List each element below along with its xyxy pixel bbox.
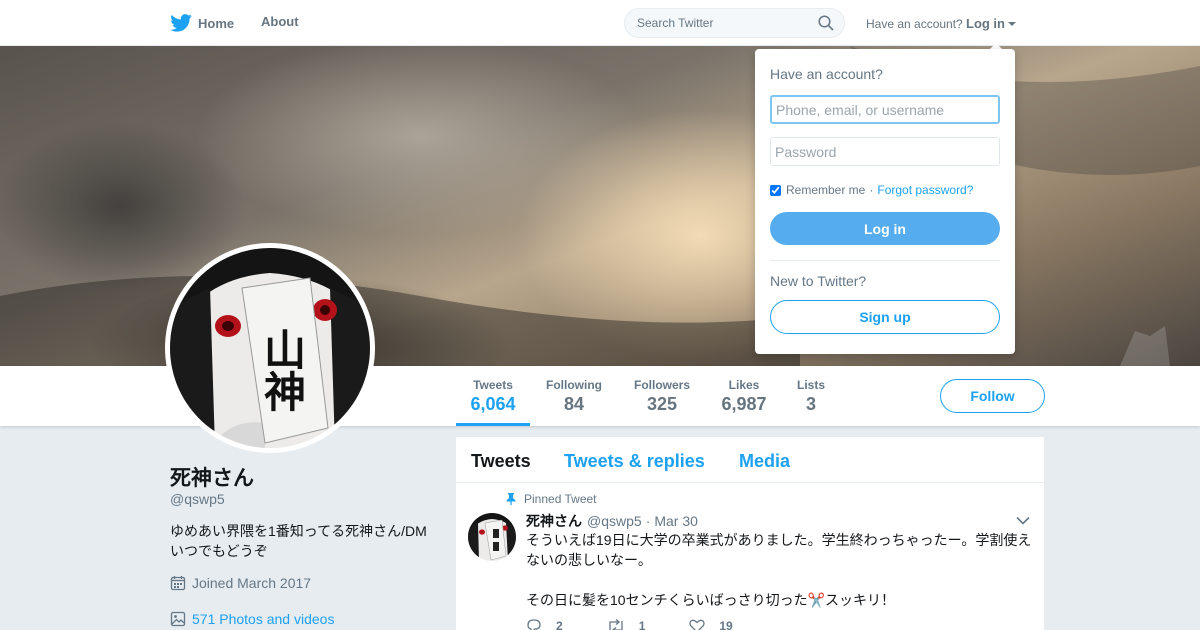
search-box[interactable]: [624, 8, 845, 38]
tweet-date[interactable]: Mar 30: [654, 513, 698, 529]
tweet-author-name[interactable]: 死神さん: [526, 511, 582, 531]
dropdown-divider: [770, 260, 1000, 261]
stat-followers-value: 325: [646, 394, 678, 414]
image-icon: [170, 611, 186, 627]
reply-icon: [527, 619, 541, 630]
twitter-bird-icon: [170, 14, 192, 32]
username-field[interactable]: [770, 95, 1000, 124]
stat-lists-value: 3: [805, 394, 816, 414]
nav-about-label: About: [261, 14, 299, 29]
profile-avatar[interactable]: 山神: [165, 243, 375, 453]
profile-bio: ゆめあい界隈を1番知ってる死神さん/DMいつでもどうぞ: [170, 523, 427, 559]
like-count: 19: [719, 619, 733, 630]
account-question: Have an account?: [866, 17, 963, 31]
new-to-twitter-label: New to Twitter?: [770, 273, 867, 289]
profile-name[interactable]: 死神さん: [170, 462, 254, 492]
remember-me-checkbox[interactable]: [770, 184, 781, 196]
nav-about[interactable]: About: [261, 14, 299, 29]
profile-photos-label: 571 Photos and videos: [192, 611, 335, 627]
timeline: Tweets Tweets & replies Media Pinned Twe…: [456, 437, 1044, 630]
stat-following-label: Following: [546, 378, 602, 392]
login-menu-label: Log in: [966, 16, 1005, 31]
timeline-tabs: Tweets Tweets & replies Media: [456, 437, 1044, 483]
login-dropdown: Have an account? Remember me · Forgot pa…: [755, 49, 1015, 354]
stat-tweets[interactable]: Tweets 6,064: [470, 378, 516, 415]
tab-media[interactable]: Media: [739, 451, 790, 472]
pinned-label: Pinned Tweet: [524, 492, 597, 506]
reply-action[interactable]: 2: [526, 619, 563, 630]
nav-home-label: Home: [198, 15, 235, 31]
tweet-text-line-2: その日に髪を10センチくらいばっさり切った✂️スッキリ！: [526, 592, 896, 608]
profile-photos-link[interactable]: 571 Photos and videos: [170, 611, 334, 627]
tab-tweets-replies[interactable]: Tweets & replies: [564, 451, 705, 472]
signup-button[interactable]: Sign up: [770, 300, 1000, 334]
remember-separator: ·: [869, 183, 874, 197]
tweet-actions: 2 1 19: [526, 619, 777, 630]
stat-likes-value: 6,987: [721, 394, 767, 414]
active-tab-underline: [456, 423, 530, 426]
profile-handle[interactable]: @qswp5: [170, 491, 225, 507]
heart-icon: [689, 619, 706, 630]
like-action[interactable]: 19: [689, 619, 733, 630]
chevron-down-icon[interactable]: [1016, 516, 1030, 525]
forgot-password-link[interactable]: Forgot password?: [877, 183, 973, 197]
avatar-image: 山神: [170, 248, 370, 448]
stat-tweets-label: Tweets: [473, 378, 513, 392]
stat-likes[interactable]: Likes 6,987: [720, 378, 768, 415]
stat-lists[interactable]: Lists 3: [795, 378, 827, 415]
retweet-count: 1: [638, 619, 646, 630]
tab-tweets[interactable]: Tweets: [471, 451, 531, 472]
password-field[interactable]: [770, 137, 1000, 166]
avatar-kanji: 山神: [258, 328, 307, 412]
follow-button[interactable]: Follow: [940, 379, 1045, 413]
retweet-action[interactable]: 1: [607, 619, 646, 630]
stat-following[interactable]: Following 84: [545, 378, 603, 415]
calendar-icon: [170, 576, 186, 591]
pin-icon: [506, 493, 516, 505]
search-icon[interactable]: [818, 15, 834, 31]
tweet-separator: ·: [645, 513, 651, 529]
login-dropdown-title: Have an account?: [770, 66, 883, 82]
tweet-author-handle[interactable]: @qswp5: [587, 513, 642, 529]
stat-followers[interactable]: Followers 325: [633, 378, 691, 415]
tweet-text-line-1: そういえば19日に大学の卒業式がありました。学生終わっちゃったー。学割使えないの…: [526, 532, 1032, 568]
profile-joined: Joined March 2017: [170, 575, 311, 591]
tweet-header: 死神さん @qswp5 · Mar 30: [526, 511, 698, 531]
stat-lists-label: Lists: [796, 378, 825, 392]
top-navigation-bar: Home About Have an account? Log in: [0, 0, 1200, 46]
pinned-tweet-context: Pinned Tweet: [506, 492, 597, 506]
stat-likes-label: Likes: [728, 378, 760, 392]
stat-following-value: 84: [563, 394, 585, 414]
remember-me-label[interactable]: Remember me: [786, 183, 865, 197]
nav-home[interactable]: Home: [170, 14, 234, 32]
reply-count: 2: [556, 619, 563, 630]
login-menu-toggle[interactable]: Log in: [966, 16, 1016, 31]
tweet-text-spacer: [526, 570, 1036, 590]
caret-down-icon: [1008, 21, 1016, 26]
remember-row: Remember me · Forgot password?: [770, 183, 973, 197]
search-input[interactable]: [637, 16, 807, 30]
tweet-avatar[interactable]: [468, 513, 516, 561]
login-button[interactable]: Log in: [770, 212, 1000, 245]
stat-tweets-value: 6,064: [470, 394, 516, 414]
tweet-text: そういえば19日に大学の卒業式がありました。学生終わっちゃったー。学割使えないの…: [526, 530, 1036, 610]
stat-followers-label: Followers: [633, 378, 690, 392]
profile-joined-label: Joined March 2017: [192, 575, 312, 591]
retweet-icon: [609, 619, 623, 630]
